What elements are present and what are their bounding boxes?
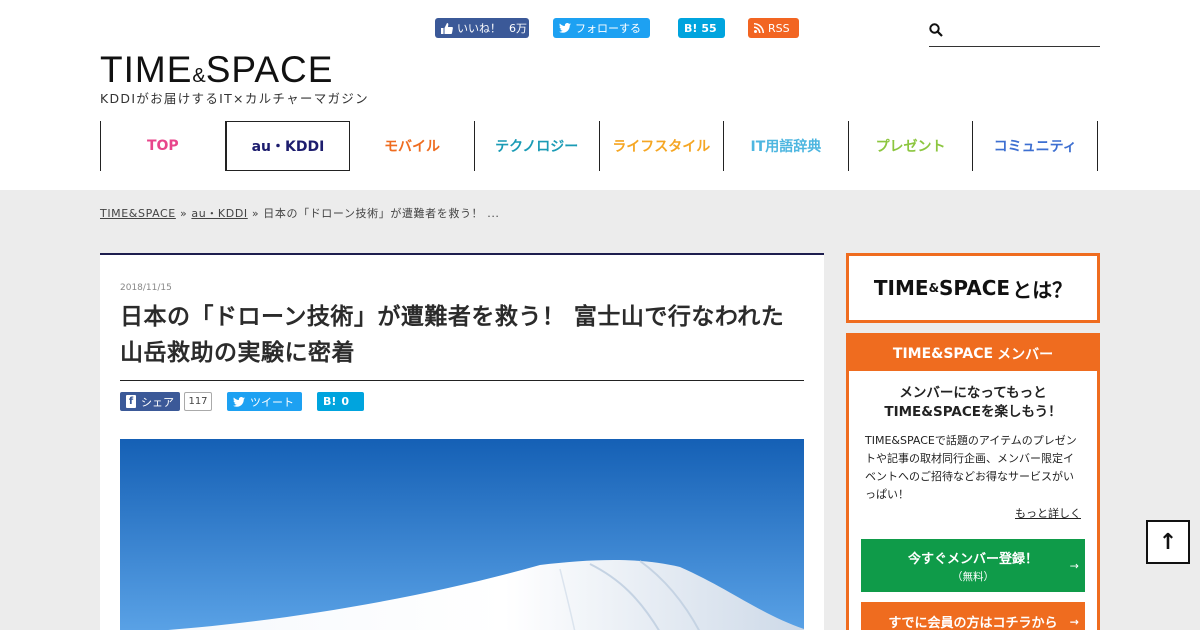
about-logo-time: TIME — [873, 276, 929, 300]
member-title-line2: TIME&SPACEを楽しもう！ — [884, 404, 1062, 420]
hatena-icon: B! — [684, 21, 698, 35]
rss-button[interactable]: RSS — [748, 18, 799, 38]
login-button-label: すでに会員の方はコチラから — [888, 616, 1058, 630]
search-input[interactable] — [949, 22, 1099, 42]
facebook-share-label: シェア — [141, 395, 174, 409]
twitter-bird-icon — [233, 396, 245, 407]
search-box — [929, 18, 1100, 47]
nav-item-7[interactable]: コミュニティ — [973, 121, 1098, 171]
member-title-line1: メンバーになってもっと — [899, 385, 1047, 401]
hatena-share-count: 0 — [341, 395, 350, 408]
about-time-space-banner[interactable]: TIME & SPACE とは？ — [846, 253, 1100, 323]
facebook-icon: f — [126, 395, 136, 408]
logo-part-space: SPACE — [205, 49, 334, 90]
member-description: TIME&SPACEで話題のアイテムのプレゼントや記事の取材同行企画、メンバー限… — [865, 434, 1077, 501]
search-icon[interactable] — [929, 23, 943, 37]
member-widget-title: メンバーになってもっと TIME&SPACEを楽しもう！ — [849, 384, 1097, 422]
about-suffix: とは？ — [1012, 277, 1073, 302]
nav-item-3[interactable]: テクノロジー — [475, 121, 600, 171]
arrow-right-icon: → — [1069, 615, 1079, 629]
twitter-follow-label: フォローする — [575, 22, 641, 35]
member-header-logo: TIME&SPACE — [892, 345, 994, 362]
breadcrumb-home-link[interactable]: TIME&SPACE — [100, 207, 176, 220]
nav-item-4[interactable]: ライフスタイル — [600, 121, 725, 171]
rss-label: RSS — [768, 21, 790, 35]
main-nav: TOP au・KDDI モバイル テクノロジー ライフスタイル IT用語辞典 プレゼント コミ… — [100, 121, 1098, 171]
breadcrumb-category-link[interactable]: au・KDDI — [191, 207, 247, 220]
logo-part-time: TIME — [100, 49, 193, 90]
article-card: 2018/11/15 日本の「ドローン技術」が遭難者を救う！ 富士山で行なわれた… — [100, 253, 824, 630]
thumbs-up-icon — [441, 22, 453, 34]
register-button-sub: （無料） — [952, 571, 994, 583]
facebook-share-button[interactable]: f シェア — [120, 392, 180, 411]
article-date: 2018/11/15 — [120, 283, 172, 293]
nav-item-0[interactable]: TOP — [101, 121, 226, 171]
hero-image-mount-fuji — [120, 439, 804, 630]
arrow-up-icon: ↑ — [1158, 529, 1178, 555]
about-logo-space: SPACE — [939, 276, 1011, 300]
tweet-label: ツイート — [250, 395, 294, 409]
facebook-like-count: 6万 — [509, 22, 527, 35]
tweet-button[interactable]: ツイート — [227, 392, 302, 411]
hatena-share-button[interactable]: B! 0 — [317, 392, 364, 411]
back-to-top-button[interactable]: ↑ — [1146, 520, 1190, 564]
rss-icon — [754, 23, 764, 33]
nav-item-1[interactable]: au・KDDI — [225, 121, 351, 171]
login-button[interactable]: すでに会員の方はコチラから → — [861, 602, 1085, 630]
breadcrumb-current: 日本の「ドローン技術」が遭難者を救う！ ... — [263, 207, 500, 220]
arrow-right-icon: → — [1069, 559, 1079, 572]
facebook-share-count: 117 — [184, 392, 212, 411]
hatena-icon: B! — [323, 395, 337, 408]
hatena-count: 55 — [701, 21, 717, 35]
member-header-suffix: メンバー — [997, 346, 1054, 363]
about-logo-ampersand: & — [928, 281, 940, 295]
nav-item-5[interactable]: IT用語辞典 — [724, 121, 849, 171]
nav-item-2[interactable]: モバイル — [350, 121, 475, 171]
twitter-bird-icon — [559, 23, 571, 33]
logo-ampersand: & — [192, 65, 206, 87]
breadcrumb-separator: » — [179, 207, 188, 220]
facebook-like-label: いいね！ — [457, 22, 501, 35]
twitter-follow-button[interactable]: フォローする — [553, 18, 650, 38]
breadcrumb: TIME&SPACE » au・KDDI » 日本の「ドローン技術」が遭難者を救… — [100, 205, 500, 221]
member-more-link[interactable]: もっと詳しく — [849, 505, 1081, 521]
title-divider — [120, 380, 804, 381]
member-widget: TIME&SPACE メンバー メンバーになってもっと TIME&SPACEを楽… — [846, 333, 1100, 630]
site-tagline: KDDIがお届けするIT×カルチャーマガジン — [100, 91, 369, 106]
member-widget-header: TIME&SPACE メンバー — [849, 336, 1097, 371]
breadcrumb-separator: » — [251, 207, 260, 220]
nav-item-6[interactable]: プレゼント — [849, 121, 974, 171]
register-button-label: 今すぐメンバー登録！ — [907, 552, 1038, 567]
facebook-like-button[interactable]: いいね！ 6万 — [435, 18, 529, 38]
register-button[interactable]: 今すぐメンバー登録！ （無料） → — [861, 539, 1085, 592]
hatena-bookmark-button[interactable]: B! 55 — [678, 18, 725, 38]
article-title: 日本の「ドローン技術」が遭難者を救う！ 富士山で行なわれた山岳救助の実験に密着 — [120, 304, 785, 366]
